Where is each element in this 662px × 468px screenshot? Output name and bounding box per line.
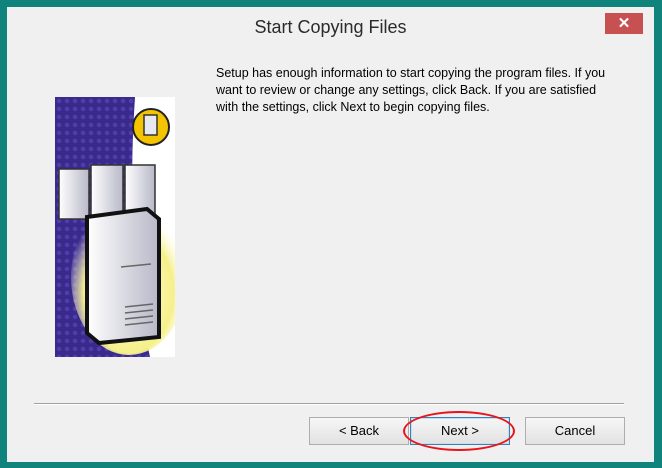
dialog-content: Setup has enough information to start co… — [7, 48, 654, 462]
next-button[interactable]: Next > — [410, 417, 510, 445]
close-button[interactable]: ✕ — [605, 13, 643, 34]
button-divider — [34, 403, 624, 405]
back-button[interactable]: < Back — [309, 417, 409, 445]
cancel-button[interactable]: Cancel — [525, 417, 625, 445]
title-bar[interactable]: Start Copying Files ✕ — [7, 7, 654, 48]
close-icon: ✕ — [617, 15, 631, 32]
servers-illustration — [55, 97, 175, 357]
setup-description: Setup has enough information to start co… — [216, 66, 606, 114]
dialog-title: Start Copying Files — [254, 17, 407, 37]
setup-dialog: Start Copying Files ✕ Setup has enough i… — [7, 7, 654, 462]
